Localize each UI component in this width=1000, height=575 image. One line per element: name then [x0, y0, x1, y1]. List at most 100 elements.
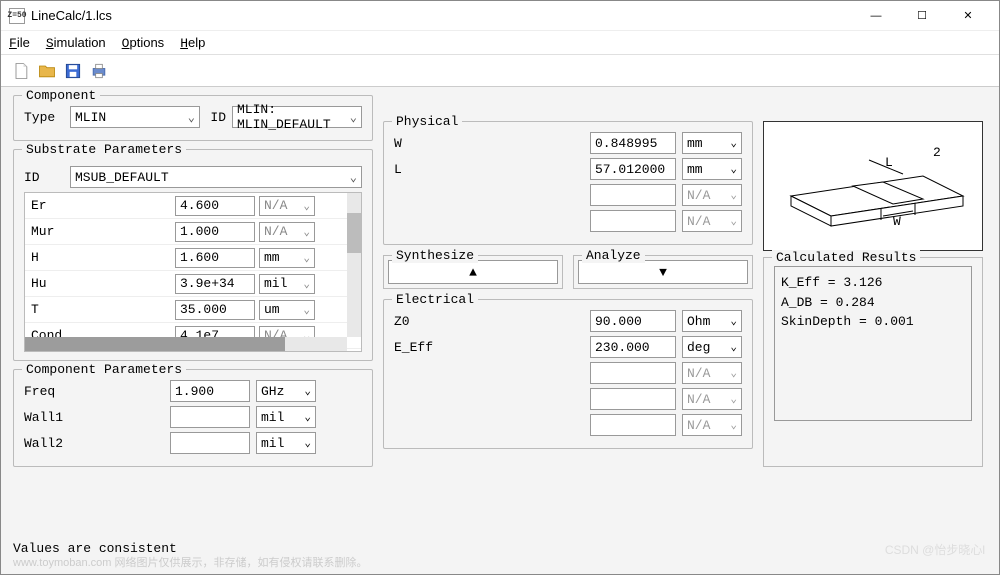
electrical-param-name: E_Eff: [394, 340, 454, 355]
diagram-2-label: 2: [933, 145, 941, 160]
comp-param-unit[interactable]: GHz: [256, 380, 316, 402]
substrate-id-combo[interactable]: MSUB_DEFAULT: [70, 166, 362, 188]
comp-param-row: Wall1 mil: [24, 406, 362, 428]
close-button[interactable]: ✕: [945, 1, 991, 31]
component-group: Component Type MLIN ID MLIN: MLIN_DEFAUL…: [13, 95, 373, 141]
physical-row: L 57.012000 mm: [394, 158, 742, 180]
maximize-button[interactable]: ☐: [899, 1, 945, 31]
substrate-param-name: H: [31, 250, 171, 265]
electrical-legend: Electrical: [392, 292, 478, 307]
electrical-param-unit[interactable]: N/A: [682, 388, 742, 410]
analyze-button[interactable]: ▼: [578, 260, 748, 284]
substrate-param-value[interactable]: 1.000: [175, 222, 255, 242]
id-combo[interactable]: MLIN: MLIN_DEFAULT: [232, 106, 362, 128]
substrate-row: Er 4.600 N/A: [25, 193, 361, 219]
substrate-param-unit[interactable]: mil: [259, 274, 315, 294]
synthesize-legend: Synthesize: [392, 248, 478, 263]
watermark-right: CSDN @怡步晓心l: [885, 541, 985, 558]
substrate-param-value[interactable]: 3.9e+34: [175, 274, 255, 294]
electrical-param-unit[interactable]: N/A: [682, 414, 742, 436]
electrical-param-unit[interactable]: N/A: [682, 362, 742, 384]
result-line: K_Eff = 3.126: [781, 273, 965, 293]
id-label: ID: [206, 110, 226, 125]
menu-help[interactable]: Help: [180, 35, 205, 51]
substrate-param-name: Er: [31, 198, 171, 213]
physical-param-unit[interactable]: mm: [682, 158, 742, 180]
substrate-param-value[interactable]: 1.600: [175, 248, 255, 268]
type-label: Type: [24, 110, 64, 125]
substrate-row: T 35.000 um: [25, 297, 361, 323]
result-line: SkinDepth = 0.001: [781, 312, 965, 332]
electrical-param-unit[interactable]: Ohm: [682, 310, 742, 332]
substrate-legend: Substrate Parameters: [22, 142, 186, 157]
electrical-row: N/A: [394, 414, 742, 436]
comp-param-name: Wall2: [24, 436, 164, 451]
substrate-group: Substrate Parameters ID MSUB_DEFAULT Er …: [13, 149, 373, 361]
synthesize-button[interactable]: ▲: [388, 260, 558, 284]
save-icon[interactable]: [63, 61, 83, 81]
open-folder-icon[interactable]: [37, 61, 57, 81]
substrate-param-unit[interactable]: um: [259, 300, 315, 320]
new-file-icon[interactable]: [11, 61, 31, 81]
electrical-param-value[interactable]: 90.000: [590, 310, 676, 332]
physical-param-value[interactable]: 0.848995: [590, 132, 676, 154]
toolbar: [1, 55, 999, 87]
physical-row: W 0.848995 mm: [394, 132, 742, 154]
electrical-param-name: Z0: [394, 314, 454, 329]
substrate-param-unit[interactable]: mm: [259, 248, 315, 268]
comp-param-value[interactable]: [170, 406, 250, 428]
electrical-param-unit[interactable]: deg: [682, 336, 742, 358]
window-buttons: — ☐ ✕: [853, 1, 991, 31]
analyze-legend: Analyze: [582, 248, 645, 263]
watermark-left: www.toymoban.com 网络图片仅供展示，非存储，如有侵权请联系删除。: [13, 554, 367, 570]
electrical-group: Electrical Z0 90.000 OhmE_Eff 230.000 de…: [383, 299, 753, 449]
menu-file[interactable]: File: [9, 35, 30, 51]
electrical-param-value: [590, 414, 676, 436]
physical-param-unit[interactable]: mm: [682, 132, 742, 154]
electrical-row: E_Eff 230.000 deg: [394, 336, 742, 358]
substrate-param-value[interactable]: 35.000: [175, 300, 255, 320]
menu-simulation[interactable]: Simulation: [46, 35, 106, 51]
electrical-param-value: [590, 362, 676, 384]
electrical-param-value[interactable]: 230.000: [590, 336, 676, 358]
physical-param-name: W: [394, 136, 454, 151]
substrate-row: Mur 1.000 N/A: [25, 219, 361, 245]
physical-param-unit[interactable]: N/A: [682, 210, 742, 232]
diagram-w-label: W: [893, 214, 901, 229]
type-combo[interactable]: MLIN: [70, 106, 200, 128]
substrate-scroll-h[interactable]: [25, 337, 347, 351]
physical-param-unit[interactable]: N/A: [682, 184, 742, 206]
minimize-button[interactable]: —: [853, 1, 899, 31]
substrate-id-label: ID: [24, 170, 64, 185]
window-title: LineCalc/1.lcs: [31, 8, 112, 23]
substrate-scroll-v[interactable]: [347, 193, 361, 337]
print-icon[interactable]: [89, 61, 109, 81]
substrate-param-value[interactable]: 4.600: [175, 196, 255, 216]
result-line: A_DB = 0.284: [781, 293, 965, 313]
substrate-param-unit[interactable]: N/A: [259, 196, 315, 216]
menubar: File Simulation Options Help: [1, 31, 999, 55]
comp-param-value[interactable]: 1.900: [170, 380, 250, 402]
electrical-param-value: [590, 388, 676, 410]
physical-row: N/A: [394, 210, 742, 232]
comp-param-value[interactable]: [170, 432, 250, 454]
physical-param-name: L: [394, 162, 454, 177]
comp-param-unit[interactable]: mil: [256, 406, 316, 428]
physical-legend: Physical: [392, 114, 462, 129]
physical-param-value[interactable]: 57.012000: [590, 158, 676, 180]
substrate-row: Hu 3.9e+34 mil: [25, 271, 361, 297]
titlebar-left: Z=50 LineCalc/1.lcs: [9, 8, 112, 24]
substrate-row: H 1.600 mm: [25, 245, 361, 271]
menu-options[interactable]: Options: [122, 35, 165, 51]
comp-param-unit[interactable]: mil: [256, 432, 316, 454]
component-legend: Component: [22, 88, 100, 103]
substrate-param-unit[interactable]: N/A: [259, 222, 315, 242]
substrate-param-name: Hu: [31, 276, 171, 291]
comp-param-name: Wall1: [24, 410, 164, 425]
substrate-param-name: T: [31, 302, 171, 317]
comp-param-name: Freq: [24, 384, 164, 399]
results-group: Calculated Results K_Eff = 3.126A_DB = 0…: [763, 257, 983, 467]
substrate-param-name: Mur: [31, 224, 171, 239]
comp-param-row: Freq 1.900 GHz: [24, 380, 362, 402]
physical-param-value: [590, 184, 676, 206]
